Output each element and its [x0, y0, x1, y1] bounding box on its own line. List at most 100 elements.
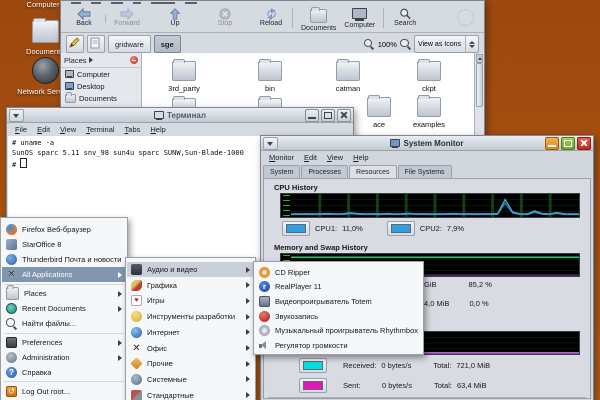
- received-color-button[interactable]: [299, 358, 327, 373]
- menu-monitor[interactable]: Monitor: [269, 153, 294, 162]
- folder-bin[interactable]: bin: [240, 61, 300, 93]
- submenu-item-other[interactable]: Прочие: [127, 356, 254, 371]
- submenu-item-games[interactable]: ♥ Игры: [127, 293, 254, 308]
- system-monitor-app-icon: [390, 139, 400, 148]
- documents-button[interactable]: Documents: [297, 7, 340, 33]
- menu-item-thunderbird[interactable]: Thunderbird Почта и новости: [2, 252, 126, 267]
- places-dropdown-icon[interactable]: [89, 57, 93, 63]
- menu-item-recent-documents[interactable]: Recent Documents: [2, 301, 126, 316]
- zoom-level: 100%: [378, 40, 397, 49]
- submenu-item-dev-tools[interactable]: Инструменты разработки: [127, 309, 254, 324]
- all-applications-submenu: Аудио и видео Графика ♥ Игры Инструменты…: [125, 257, 256, 400]
- edit-location-button[interactable]: [66, 35, 84, 53]
- terminal-titlebar[interactable]: Терминал: [7, 108, 353, 123]
- folder-3rd-party[interactable]: 3rd_party: [154, 61, 214, 93]
- up-button[interactable]: Up: [158, 7, 192, 28]
- note-button[interactable]: [87, 35, 105, 53]
- submenu-item-volume-control[interactable]: Регулятор громкости: [255, 339, 422, 353]
- submenu-item-graphics[interactable]: Графика: [127, 278, 254, 293]
- sidebar-desktop-label: Desktop: [77, 82, 105, 91]
- forward-arrow-icon: [120, 8, 134, 20]
- submenu-item-cd-ripper[interactable]: CD Ripper: [255, 265, 422, 279]
- memory-history-label: Memory and Swap History: [274, 243, 368, 252]
- system-monitor-titlebar[interactable]: System Monitor: [261, 136, 593, 151]
- close-button[interactable]: [337, 109, 351, 122]
- sidebar-item-desktop[interactable]: Desktop: [61, 80, 141, 92]
- sidebar-close-icon[interactable]: [130, 56, 138, 64]
- tab-file-systems[interactable]: File Systems: [398, 165, 452, 178]
- games-cards-icon: ♥: [131, 295, 142, 306]
- cpu1-color-button[interactable]: [282, 221, 310, 236]
- menu-terminal[interactable]: Terminal: [86, 125, 114, 134]
- window-menu-button[interactable]: [263, 137, 278, 150]
- window-menu-button[interactable]: [9, 109, 24, 122]
- firefox-icon: [6, 224, 17, 235]
- menu-item-find-files[interactable]: Найти файлы...: [2, 316, 126, 331]
- maximize-button[interactable]: [321, 109, 335, 122]
- menu-help[interactable]: Help: [353, 153, 368, 162]
- submenu-item-accessories[interactable]: Стандартные: [127, 388, 254, 400]
- search-button[interactable]: Search: [388, 7, 422, 28]
- cpu2-color-button[interactable]: [387, 221, 415, 236]
- back-button[interactable]: Back: [67, 7, 101, 28]
- view-mode-select[interactable]: View as Icons: [414, 35, 479, 53]
- file-list-scrollbar[interactable]: [474, 53, 484, 141]
- submenu-item-totem[interactable]: Видеопроигрыватель Totem: [255, 294, 422, 308]
- menu-item-firefox[interactable]: Firefox Веб-браузер: [2, 222, 126, 237]
- path-button-gridware[interactable]: gridware: [108, 35, 151, 53]
- submenu-item-rhythmbox[interactable]: Музыкальный проигрыватель Rhythmbox: [255, 324, 422, 338]
- folder-examples[interactable]: examples: [399, 97, 459, 129]
- menu-item-help[interactable]: ? Справка: [2, 365, 126, 380]
- desktop-icon: [65, 82, 74, 90]
- menu-item-all-applications[interactable]: ✕ All Applications: [2, 267, 126, 282]
- submenu-item-audio-video[interactable]: Аудио и видео: [127, 262, 254, 277]
- sent-color-button[interactable]: [299, 378, 327, 393]
- folder-ckpt[interactable]: ckpt: [399, 61, 459, 93]
- close-button[interactable]: [577, 137, 591, 150]
- graphics-brush-icon: [131, 280, 142, 291]
- menu-file[interactable]: File: [15, 125, 27, 134]
- submenu-arrow-icon: [246, 376, 250, 382]
- menu-item-places[interactable]: Places: [2, 286, 126, 301]
- documents-folder-icon: [310, 9, 327, 23]
- path-button-sge[interactable]: sge: [154, 35, 181, 53]
- sent-value: 0 bytes/s: [382, 381, 412, 390]
- tab-resources[interactable]: Resources: [349, 165, 396, 178]
- menu-item-administration[interactable]: Administration: [2, 350, 126, 365]
- submenu-item-sound-recorder[interactable]: Звукозапись: [255, 309, 422, 323]
- menu-item-staroffice[interactable]: StarOffice 8: [2, 237, 126, 252]
- submenu-item-system[interactable]: Системные: [127, 372, 254, 387]
- menu-item-logout[interactable]: ↺ Log Out root...: [2, 384, 126, 399]
- submenu-item-realplayer[interactable]: r RealPlayer 11: [255, 280, 422, 294]
- scrollbar-up-icon[interactable]: [476, 54, 483, 63]
- menu-view[interactable]: View: [60, 125, 76, 134]
- thunderbird-icon: [6, 254, 17, 265]
- sidebar-item-computer[interactable]: Computer: [61, 68, 141, 80]
- minimize-button[interactable]: [305, 109, 319, 122]
- computer-button[interactable]: Computer: [340, 7, 379, 30]
- menu-edit[interactable]: Edit: [304, 153, 317, 162]
- menu-tabs[interactable]: Tabs: [125, 125, 141, 134]
- zoom-out-icon[interactable]: [364, 39, 375, 50]
- folder-catman[interactable]: catman: [318, 61, 378, 93]
- maximize-button[interactable]: [561, 137, 575, 150]
- tab-system[interactable]: System: [263, 165, 300, 178]
- menu-help[interactable]: Help: [150, 125, 165, 134]
- minimize-button[interactable]: [545, 137, 559, 150]
- sidebar-item-documents[interactable]: Documents: [61, 92, 141, 104]
- submenu-item-internet[interactable]: Интернет: [127, 325, 254, 340]
- tab-processes[interactable]: Processes: [301, 165, 348, 178]
- staroffice-icon: [6, 239, 17, 250]
- scrollbar-thumb[interactable]: [476, 63, 483, 107]
- menu-item-preferences[interactable]: Preferences: [2, 335, 126, 350]
- menu-view[interactable]: View: [327, 153, 343, 162]
- submenu-item-office[interactable]: ✕ Офис: [127, 341, 254, 356]
- zoom-in-icon[interactable]: [400, 39, 411, 50]
- folder-label: bin: [265, 84, 275, 93]
- reload-button[interactable]: Reload: [254, 7, 288, 28]
- memory-legend-partial: GiB 85,2 %: [424, 280, 492, 289]
- menu-edit[interactable]: Edit: [37, 125, 50, 134]
- rhythmbox-icon: [259, 325, 270, 336]
- submenu-arrow-icon: [118, 272, 122, 278]
- places-title: Places: [64, 56, 87, 65]
